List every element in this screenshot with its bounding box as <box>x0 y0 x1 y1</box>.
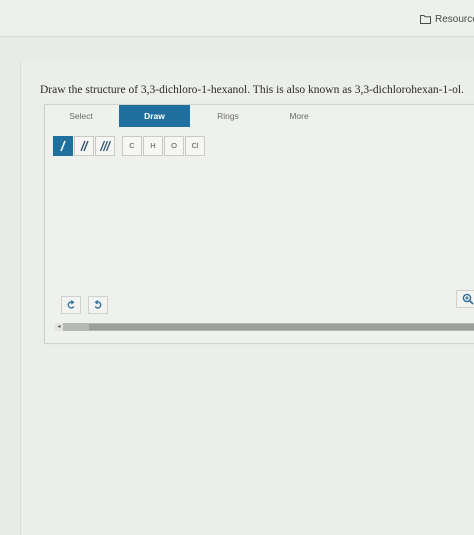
atom-h-button[interactable]: H <box>143 136 163 156</box>
undo-button[interactable] <box>61 296 81 314</box>
folder-icon <box>420 15 431 24</box>
single-bond-icon <box>60 140 66 152</box>
single-bond-button[interactable] <box>53 136 73 156</box>
structure-editor: Select Draw Rings More C H O Cl ◂ <box>44 104 474 344</box>
scroll-left-arrow-icon[interactable]: ◂ <box>55 323 63 331</box>
resources-label: Resources <box>435 13 474 25</box>
tab-draw[interactable]: Draw <box>119 105 190 127</box>
scroll-thumb[interactable] <box>89 324 474 330</box>
editor-tabs: Select Draw Rings More <box>45 105 474 127</box>
triple-bond-icon <box>99 140 111 152</box>
double-bond-button[interactable] <box>74 136 94 156</box>
atom-palette: C H O Cl <box>122 136 206 156</box>
tool-row: C H O Cl <box>53 136 206 156</box>
atom-o-button[interactable]: O <box>164 136 184 156</box>
atom-cl-button[interactable]: Cl <box>185 136 205 156</box>
zoom-in-button[interactable] <box>456 290 474 308</box>
zoom-in-icon <box>462 293 474 305</box>
resources-button[interactable]: Resources <box>420 10 474 28</box>
drawing-canvas[interactable] <box>45 163 474 293</box>
horizontal-scrollbar[interactable]: ◂ <box>55 323 474 331</box>
redo-icon <box>94 300 102 309</box>
question-text: Draw the structure of 3,3-dichloro-1-hex… <box>40 84 464 96</box>
top-bar: Resources <box>0 0 474 37</box>
triple-bond-button[interactable] <box>95 136 115 156</box>
tab-select[interactable]: Select <box>45 105 117 127</box>
undo-icon <box>67 300 75 309</box>
tab-more[interactable]: More <box>266 105 332 127</box>
atom-c-button[interactable]: C <box>122 136 142 156</box>
tab-rings[interactable]: Rings <box>192 105 264 127</box>
redo-button[interactable] <box>88 296 108 314</box>
double-bond-icon <box>80 140 89 152</box>
